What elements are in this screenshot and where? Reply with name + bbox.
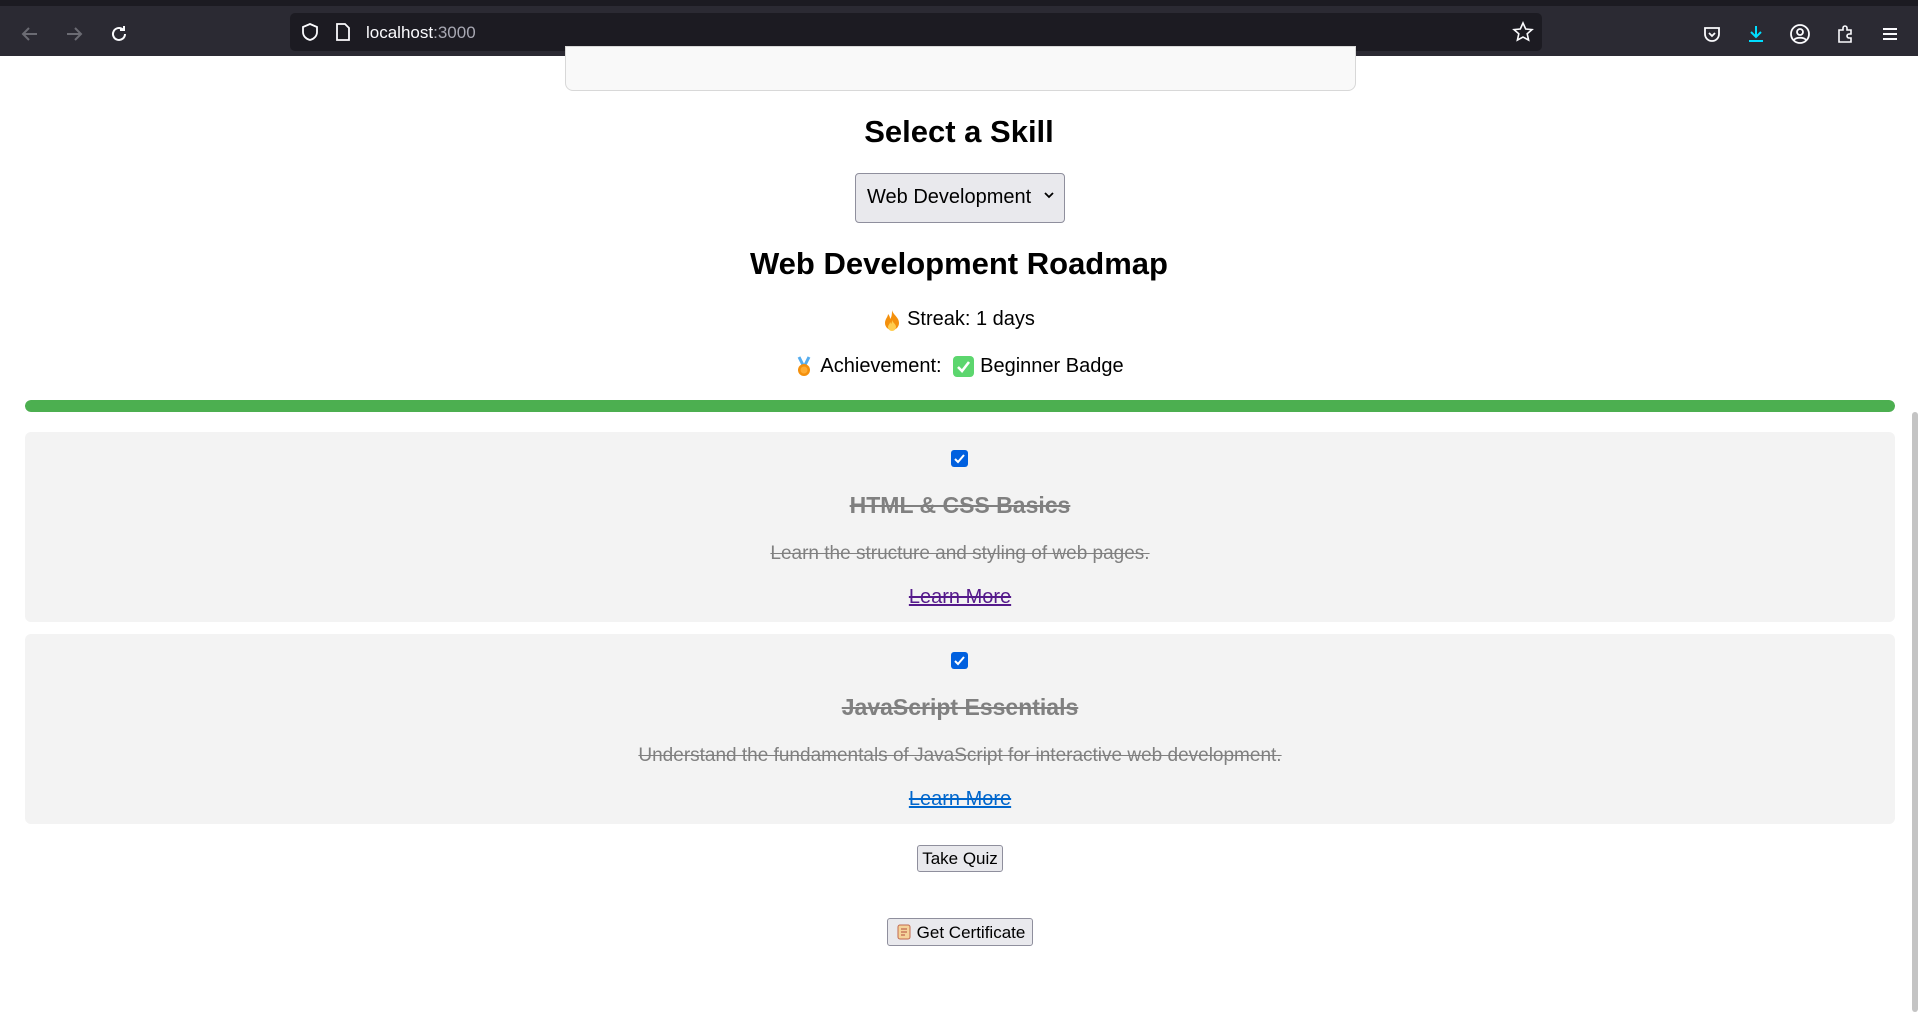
- learn-more-link[interactable]: Learn More: [25, 788, 1895, 811]
- puzzle-icon: [1838, 25, 1852, 43]
- topic-card: HTML & CSS Basics Learn the structure an…: [25, 432, 1895, 622]
- take-quiz-button[interactable]: Take Quiz: [917, 845, 1003, 872]
- account-button[interactable]: [1783, 17, 1817, 51]
- progress-fill: [25, 400, 1895, 412]
- menu-button[interactable]: [1873, 17, 1907, 51]
- reload-icon: [112, 26, 126, 41]
- page-content: Select a Skill Web Development Web Devel…: [0, 46, 1918, 1012]
- arrow-left-icon: [21, 27, 37, 41]
- roadmap-title: Web Development Roadmap: [749, 246, 1168, 281]
- achievement-value: Beginner Badge: [980, 355, 1124, 377]
- extensions-button[interactable]: [1828, 17, 1862, 51]
- medal-icon: [798, 356, 811, 376]
- hamburger-icon: [1883, 28, 1897, 40]
- arrow-right-icon: [67, 27, 83, 41]
- url-host: localhost: [366, 23, 434, 42]
- topic-title: JavaScript Essentials: [841, 694, 1079, 720]
- forward-button[interactable]: [57, 17, 91, 51]
- achievement-line: Achievement: Beginner Badge: [0, 355, 1918, 378]
- topic-checkbox[interactable]: [951, 652, 968, 669]
- topic-checkbox[interactable]: [951, 450, 968, 467]
- topic-description: Learn the structure and styling of web p…: [770, 543, 1150, 564]
- page-icon[interactable]: [334, 22, 352, 42]
- fire-icon: [885, 309, 900, 331]
- streak-text: Streak: 1 days: [907, 308, 1035, 330]
- chevron-down-icon: [1044, 192, 1054, 199]
- topic-title: HTML & CSS Basics: [849, 492, 1071, 518]
- scroll-icon: [897, 924, 911, 940]
- topic-description: Understand the fundamentals of JavaScrip…: [638, 745, 1282, 766]
- checkmark-icon: [954, 656, 965, 666]
- scrollbar[interactable]: [1912, 412, 1918, 1012]
- downloads-button[interactable]: [1739, 17, 1773, 51]
- previous-card: [565, 46, 1356, 91]
- get-certificate-button[interactable]: Get Certificate: [887, 918, 1033, 946]
- pocket-button[interactable]: [1695, 17, 1729, 51]
- topic-card: JavaScript Essentials Understand the fun…: [25, 634, 1895, 824]
- certificate-label: Get Certificate: [916, 923, 1026, 942]
- download-icon: [1749, 26, 1763, 42]
- reload-button[interactable]: [102, 17, 136, 51]
- skill-select-value: Web Development: [867, 186, 1032, 208]
- skill-select[interactable]: Web Development: [855, 173, 1065, 223]
- checkmark-icon: [954, 454, 965, 464]
- back-button[interactable]: [13, 17, 47, 51]
- streak-line: Streak: 1 days: [0, 308, 1918, 331]
- url-text[interactable]: localhost:3000: [366, 23, 476, 43]
- select-skill-heading: Select a Skill: [864, 114, 1054, 149]
- star-icon[interactable]: [1512, 21, 1534, 43]
- account-icon: [1790, 24, 1810, 44]
- check-mark-icon: [953, 356, 975, 378]
- url-port: :3000: [433, 23, 476, 42]
- shield-icon[interactable]: [300, 22, 320, 42]
- learn-more-link[interactable]: Learn More: [25, 586, 1895, 609]
- pocket-icon: [1704, 27, 1720, 42]
- achievement-label: Achievement:: [820, 355, 942, 377]
- progress-bar: [25, 400, 1895, 412]
